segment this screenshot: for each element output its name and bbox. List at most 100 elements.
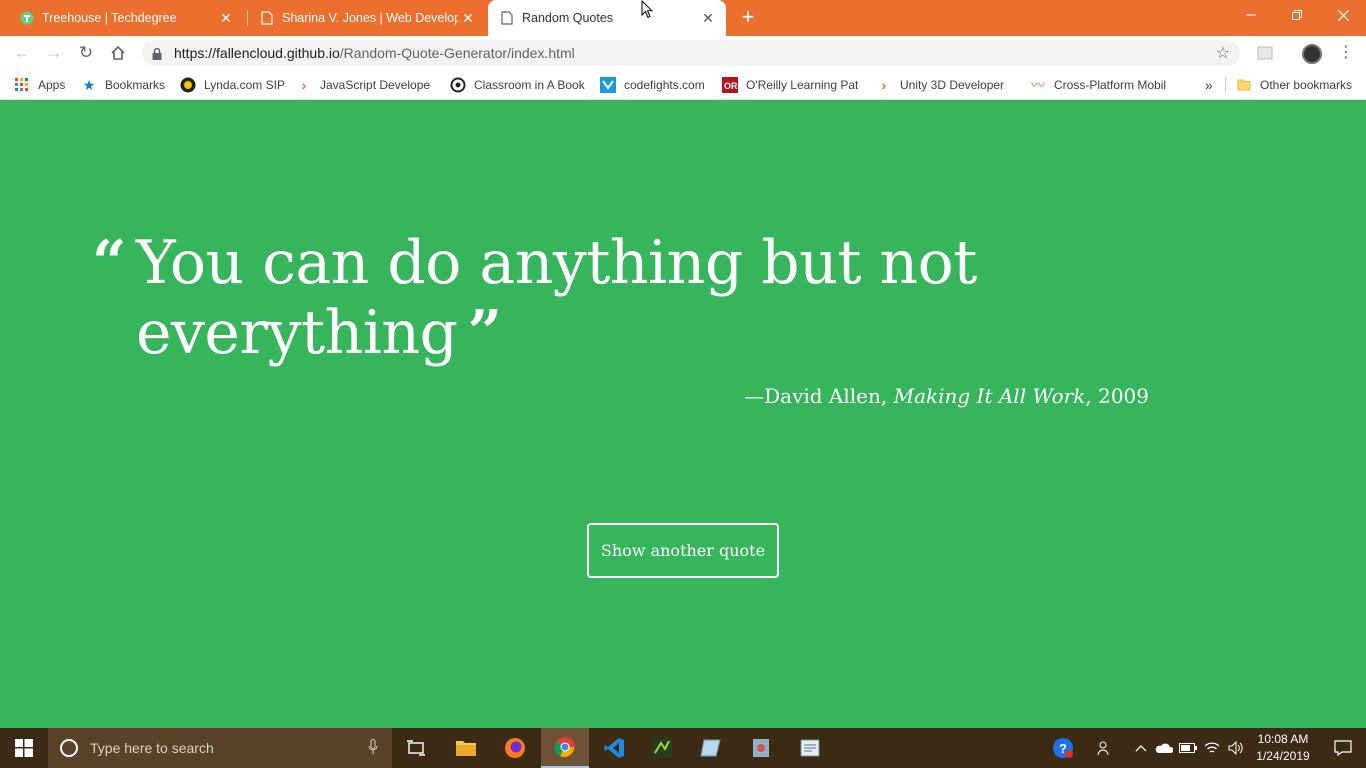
folder-icon xyxy=(1236,77,1252,93)
code-editor-icon[interactable] xyxy=(638,728,686,768)
menu-kebab-icon[interactable]: ⋮ xyxy=(1338,43,1354,63)
codefights-icon xyxy=(600,77,616,93)
action-center-icon[interactable] xyxy=(1320,728,1366,768)
minimize-button[interactable] xyxy=(1228,0,1274,30)
bookmark-label: O'Reilly Learning Path xyxy=(746,78,858,92)
lynda-icon xyxy=(180,77,196,93)
star-icon: ★ xyxy=(82,76,96,93)
bookmark-oreilly[interactable]: OR O'Reilly Learning Path xyxy=(722,76,858,94)
url-path: /Random-Quote-Generator/index.html xyxy=(339,45,575,61)
battery-icon[interactable] xyxy=(1178,728,1198,768)
bookmark-bookmarks[interactable]: ★ Bookmarks xyxy=(81,76,165,94)
bookmarks-separator xyxy=(1225,77,1226,93)
bookmark-label: codefights.com xyxy=(624,78,705,92)
treehouse-icon xyxy=(20,11,34,25)
chrome-icon[interactable] xyxy=(541,728,589,768)
bookmark-label: Classroom in A Book xyxy=(474,78,585,92)
tab-random-quotes[interactable]: Random Quotes ✕ xyxy=(488,0,726,36)
taskbar-search-box[interactable]: Type here to search xyxy=(48,728,392,768)
bookmark-unity-developer[interactable]: › Unity 3D Developer xyxy=(876,76,1012,94)
cross-platform-icon: 〰 xyxy=(1031,77,1045,93)
page-icon xyxy=(260,11,274,25)
system-clock[interactable]: 10:08 AM 1/24/2019 xyxy=(1250,731,1316,765)
people-icon[interactable] xyxy=(1094,728,1116,768)
tab-treehouse[interactable]: Treehouse | Techdegree ✕ xyxy=(0,0,244,36)
treehouse-chevron-icon: › xyxy=(881,77,887,93)
bookmark-label: Unity 3D Developer xyxy=(900,78,1005,92)
windows-taskbar: Type here to search ? 10:08 AM 1/24/2019 xyxy=(0,728,1366,768)
windows-logo-icon xyxy=(15,739,33,757)
start-button[interactable] xyxy=(0,728,48,768)
firefox-icon[interactable] xyxy=(491,728,539,768)
bookmark-lynda[interactable]: Lynda.com SIP xyxy=(180,76,285,94)
vscode-icon[interactable] xyxy=(590,728,638,768)
open-quote-mark: “ xyxy=(92,228,127,298)
quote-source: —David Allen, Making It All Work, 2009 xyxy=(744,384,1149,408)
tab-title: Sharina V. Jones | Web Developer xyxy=(282,11,458,25)
file-explorer-icon[interactable] xyxy=(442,728,490,768)
bookmark-other-bookmarks[interactable]: Other bookmarks xyxy=(1236,76,1352,94)
new-tab-button[interactable]: + xyxy=(738,6,758,28)
back-arrow-icon[interactable]: ← xyxy=(11,42,33,64)
bookmarks-overflow-button[interactable]: » xyxy=(1205,76,1213,94)
close-icon[interactable]: ✕ xyxy=(700,10,716,26)
tab-sharina[interactable]: Sharina V. Jones | Web Developer ✕ xyxy=(250,0,486,36)
source-year: , 2009 xyxy=(1085,384,1149,408)
help-icon[interactable]: ? xyxy=(1050,728,1076,768)
clock-time: 10:08 AM xyxy=(1257,732,1309,746)
microphone-icon[interactable] xyxy=(368,739,378,758)
bookmark-label: Lynda.com SIP xyxy=(204,78,285,92)
url-host: https://fallencloud.github.io xyxy=(174,45,340,61)
show-another-quote-button[interactable]: Show another quote xyxy=(587,523,779,578)
chevron-up-icon[interactable] xyxy=(1132,728,1150,768)
clock-date: 1/24/2019 xyxy=(1256,749,1310,763)
bookmark-label: Cross-Platform Mobile xyxy=(1054,78,1166,92)
url-text: https://fallencloud.github.io/Random-Quo… xyxy=(174,45,575,61)
bookmark-javascript-developer[interactable]: › JavaScript Developer xyxy=(296,76,430,94)
profile-avatar[interactable] xyxy=(1302,44,1322,64)
onedrive-icon[interactable] xyxy=(1154,728,1174,768)
source-author: —David Allen, xyxy=(744,384,894,408)
bookmark-apps[interactable]: Apps xyxy=(14,76,65,94)
close-icon[interactable]: ✕ xyxy=(460,10,476,26)
address-bar[interactable]: https://fallencloud.github.io/Random-Quo… xyxy=(142,40,1240,66)
cortana-icon xyxy=(60,739,78,757)
sticky-app-icon[interactable] xyxy=(687,728,735,768)
oreilly-icon: OR xyxy=(722,77,738,93)
restore-button[interactable] xyxy=(1274,0,1320,30)
bookmark-star-icon[interactable]: ☆ xyxy=(1216,43,1230,63)
document-app-icon[interactable] xyxy=(786,728,834,768)
bookmark-label: Other bookmarks xyxy=(1260,78,1353,92)
classroom-icon xyxy=(450,77,466,93)
bookmarks-bar: Apps ★ Bookmarks Lynda.com SIP › JavaScr… xyxy=(0,70,1366,100)
bookmark-cross-platform[interactable]: 〰 Cross-Platform Mobile xyxy=(1030,76,1166,94)
bookmark-label: Bookmarks xyxy=(105,78,166,92)
tab-title: Treehouse | Techdegree xyxy=(42,11,177,25)
mouse-cursor-icon xyxy=(641,0,654,24)
bookmark-classroom[interactable]: Classroom in A Book xyxy=(450,76,585,94)
svg-text:OR: OR xyxy=(724,81,738,91)
forward-arrow-icon[interactable]: → xyxy=(43,42,65,64)
quote-page: “ You can do anything but not everything… xyxy=(0,101,1366,728)
browser-toolbar: ← → ↻ https://fallencloud.github.io/Rand… xyxy=(0,36,1366,70)
task-view-icon[interactable] xyxy=(392,728,440,768)
quote-text-block: You can do anything but not everything” xyxy=(136,228,1036,368)
volume-icon[interactable] xyxy=(1226,728,1246,768)
apps-grid-icon xyxy=(14,77,30,93)
bookmark-codefights[interactable]: codefights.com xyxy=(600,76,705,94)
home-icon[interactable] xyxy=(107,42,129,64)
treehouse-chevron-icon: › xyxy=(301,77,307,93)
bookmark-label: JavaScript Developer xyxy=(320,78,430,92)
quote-text: You can do anything but not everything xyxy=(136,228,977,368)
wifi-icon[interactable] xyxy=(1202,728,1222,768)
reload-icon[interactable]: ↻ xyxy=(75,42,97,64)
search-placeholder: Type here to search xyxy=(90,740,214,756)
close-icon[interactable]: ✕ xyxy=(218,10,234,26)
close-window-button[interactable] xyxy=(1320,0,1366,30)
lock-icon xyxy=(152,47,162,60)
bookmark-label: Apps xyxy=(38,78,66,92)
extension-icon[interactable] xyxy=(1256,44,1274,62)
tab-separator xyxy=(247,10,248,26)
close-quote-mark: ” xyxy=(467,298,502,368)
settings-app-icon[interactable] xyxy=(737,728,785,768)
